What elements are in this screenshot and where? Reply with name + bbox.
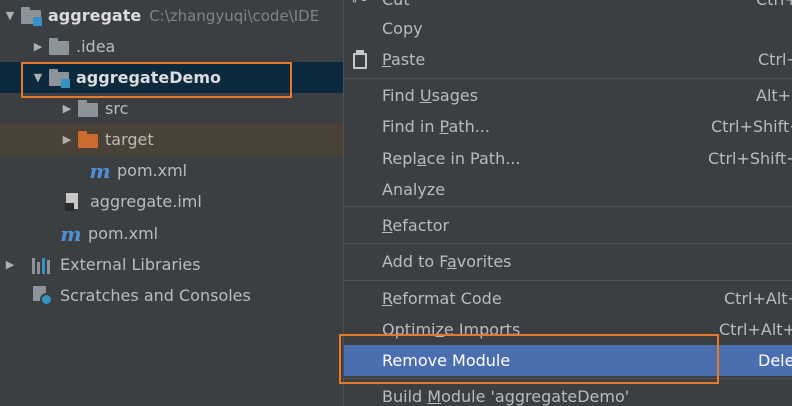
tree-node-target[interactable]: ▶ target bbox=[0, 124, 343, 155]
menu-separator bbox=[344, 243, 792, 244]
chevron-right-icon[interactable]: ▶ bbox=[57, 102, 77, 115]
chevron-right-icon[interactable]: ▶ bbox=[57, 133, 77, 146]
menu-separator bbox=[344, 206, 792, 207]
chevron-right-icon[interactable]: ▶ bbox=[28, 40, 48, 53]
menu-item-optimize-imports[interactable]: Optimize Imports Ctrl+Alt+ bbox=[344, 314, 792, 345]
tree-node-root-pom[interactable]: m pom.xml bbox=[0, 218, 343, 249]
menu-separator bbox=[344, 378, 792, 379]
scratches-icon bbox=[32, 285, 54, 307]
external-libraries-label: External Libraries bbox=[60, 255, 201, 274]
chevron-down-icon[interactable]: ▼ bbox=[28, 71, 48, 84]
root-label: aggregate bbox=[48, 6, 142, 25]
idea-label: .idea bbox=[76, 37, 116, 56]
maven-icon: m bbox=[60, 221, 82, 246]
chevron-down-icon[interactable]: ▼ bbox=[0, 9, 20, 22]
module-folder-icon bbox=[20, 6, 42, 26]
module-folder-icon bbox=[48, 68, 70, 88]
context-menu: ✂ Cut Ctrl+X Copy Paste Ctrl+ Find Usage… bbox=[343, 0, 792, 406]
iml-label: aggregate.iml bbox=[90, 192, 202, 211]
src-label: src bbox=[105, 99, 129, 118]
tree-node-idea[interactable]: ▶ .idea bbox=[0, 31, 343, 62]
tree-node-root[interactable]: ▼ aggregate C:\zhangyuqi\code\IDE bbox=[0, 0, 343, 31]
iml-file-icon bbox=[64, 192, 82, 212]
menu-item-refactor[interactable]: Refactor bbox=[344, 210, 792, 241]
tree-node-iml[interactable]: aggregate.iml bbox=[0, 186, 343, 217]
tree-node-src[interactable]: ▶ src bbox=[0, 93, 343, 124]
root-path: C:\zhangyuqi\code\IDE bbox=[149, 6, 320, 25]
menu-item-reformat-code[interactable]: Reformat Code Ctrl+Alt+ bbox=[344, 283, 792, 314]
libraries-icon bbox=[32, 256, 54, 274]
menu-item-build-module[interactable]: Build Module 'aggregateDemo' bbox=[344, 381, 792, 406]
root-pom-label: pom.xml bbox=[88, 224, 159, 243]
menu-separator bbox=[344, 78, 792, 79]
menu-separator bbox=[344, 280, 792, 281]
chevron-right-icon[interactable]: ▶ bbox=[0, 258, 20, 271]
menu-item-paste[interactable]: Paste Ctrl+ bbox=[344, 44, 792, 75]
menu-item-find-usages[interactable]: Find Usages Alt+ bbox=[344, 80, 792, 111]
clipboard-icon bbox=[352, 50, 368, 70]
tree-node-external-libraries[interactable]: ▶ External Libraries bbox=[0, 249, 343, 280]
project-tree: ▼ aggregate C:\zhangyuqi\code\IDE ▶ .ide… bbox=[0, 0, 343, 406]
scratches-label: Scratches and Consoles bbox=[60, 286, 251, 305]
target-label: target bbox=[105, 130, 154, 149]
module-label: aggregateDemo bbox=[76, 68, 221, 87]
folder-icon bbox=[77, 99, 99, 119]
tree-node-module-pom[interactable]: m pom.xml bbox=[0, 155, 343, 186]
menu-item-analyze[interactable]: Analyze bbox=[344, 174, 792, 205]
maven-icon: m bbox=[89, 158, 111, 183]
menu-item-find-in-path[interactable]: Find in Path... Ctrl+Shift+ bbox=[344, 111, 792, 142]
tree-node-scratches[interactable]: Scratches and Consoles bbox=[0, 280, 343, 311]
menu-item-remove-module[interactable]: Remove Module Dele bbox=[344, 345, 792, 376]
menu-item-replace-in-path[interactable]: Replace in Path... Ctrl+Shift+ bbox=[344, 143, 792, 174]
folder-icon bbox=[48, 37, 70, 57]
menu-item-copy[interactable]: Copy bbox=[344, 13, 792, 44]
menu-item-add-to-favorites[interactable]: Add to Favorites bbox=[344, 246, 792, 277]
excluded-folder-icon bbox=[77, 130, 99, 150]
module-pom-label: pom.xml bbox=[117, 161, 188, 180]
tree-node-aggregateDemo[interactable]: ▼ aggregateDemo bbox=[0, 62, 343, 93]
scissors-icon: ✂ bbox=[352, 0, 367, 10]
